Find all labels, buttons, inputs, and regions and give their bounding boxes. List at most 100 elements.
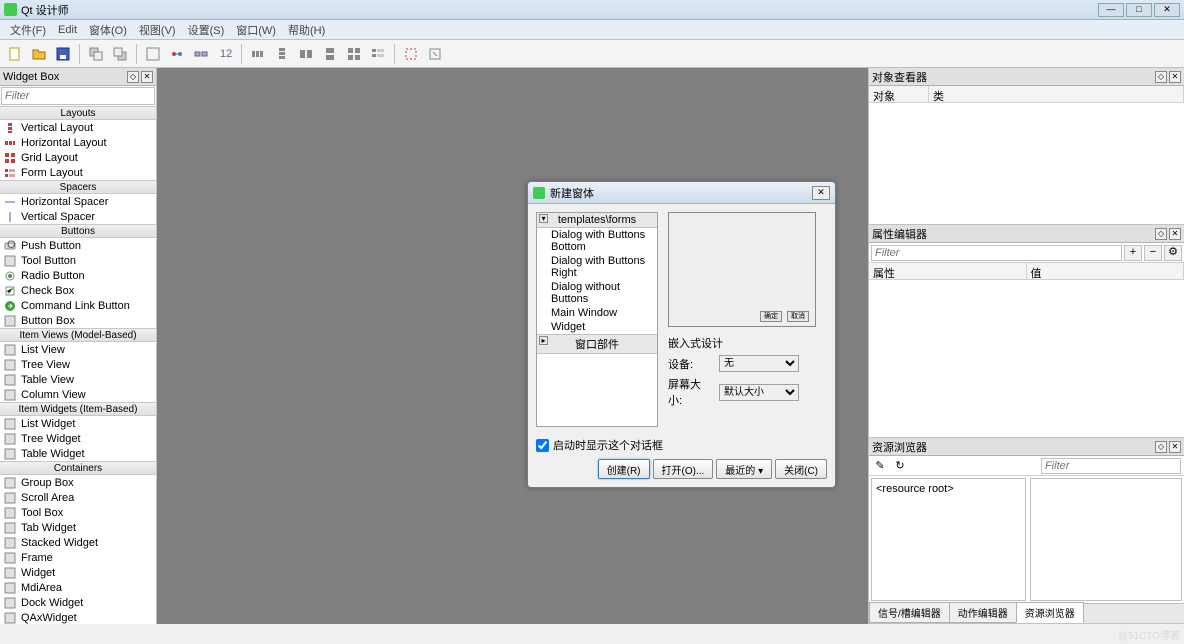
widget-item[interactable]: Horizontal Spacer: [0, 194, 156, 209]
resource-filter[interactable]: [1041, 458, 1181, 474]
widget-item[interactable]: Grid Layout: [0, 150, 156, 165]
layout-h-icon[interactable]: [247, 43, 269, 65]
menu-edit[interactable]: Edit: [52, 24, 83, 36]
object-inspector-body[interactable]: [869, 103, 1184, 224]
tab-action-editor[interactable]: 动作编辑器: [949, 602, 1017, 623]
widget-category[interactable]: Item Views (Model-Based): [0, 328, 156, 342]
menu-file[interactable]: 文件(F): [4, 22, 52, 38]
reload-icon[interactable]: ↻: [892, 458, 908, 474]
dock-float-icon[interactable]: ◇: [127, 71, 139, 83]
layout-form-icon[interactable]: [367, 43, 389, 65]
widget-item[interactable]: QAxWidget: [0, 610, 156, 624]
widget-item[interactable]: MdiArea: [0, 580, 156, 595]
device-select[interactable]: 无: [719, 355, 799, 372]
widget-item[interactable]: Check Box: [0, 283, 156, 298]
widget-category[interactable]: Spacers: [0, 180, 156, 194]
edit-buddies-icon[interactable]: [190, 43, 212, 65]
widget-item[interactable]: Table View: [0, 372, 156, 387]
widget-item[interactable]: Tab Widget: [0, 520, 156, 535]
dock-close-icon[interactable]: ✕: [1169, 71, 1181, 83]
settings-icon[interactable]: ⚙: [1164, 245, 1182, 261]
template-tree[interactable]: ▾templates\forms Dialog with Buttons Bot…: [536, 212, 658, 427]
widget-item[interactable]: Form Layout: [0, 165, 156, 180]
show-on-startup-checkbox[interactable]: [536, 439, 549, 452]
collapse-icon[interactable]: ▾: [539, 214, 548, 223]
widget-item[interactable]: Stacked Widget: [0, 535, 156, 550]
widget-item[interactable]: Button Box: [0, 313, 156, 328]
widget-item[interactable]: Tool Box: [0, 505, 156, 520]
template-item[interactable]: Dialog without Buttons: [537, 280, 657, 306]
template-item[interactable]: Main Window: [537, 306, 657, 320]
property-filter[interactable]: [871, 245, 1122, 261]
add-property-icon[interactable]: +: [1124, 245, 1142, 261]
tab-resource-browser[interactable]: 资源浏览器: [1016, 602, 1084, 623]
close-dialog-button[interactable]: 关闭(C): [775, 459, 827, 479]
dock-close-icon[interactable]: ✕: [141, 71, 153, 83]
tree-header-templates[interactable]: ▾templates\forms: [537, 213, 657, 228]
layout-hsplit-icon[interactable]: [295, 43, 317, 65]
widget-item[interactable]: Command Link Button: [0, 298, 156, 313]
tab-signal-slot[interactable]: 信号/槽编辑器: [869, 602, 950, 623]
design-canvas[interactable]: 新建窗体 ✕ ▾templates\forms Dialog with Butt…: [157, 68, 868, 624]
send-back-icon[interactable]: [85, 43, 107, 65]
save-icon[interactable]: [52, 43, 74, 65]
recent-button[interactable]: 最近的 ▾: [716, 459, 772, 479]
widget-item[interactable]: Vertical Layout: [0, 120, 156, 135]
bring-front-icon[interactable]: [109, 43, 131, 65]
layout-vsplit-icon[interactable]: [319, 43, 341, 65]
widget-item[interactable]: Horizontal Layout: [0, 135, 156, 150]
widget-item[interactable]: Column View: [0, 387, 156, 402]
template-item[interactable]: Dialog with Buttons Bottom: [537, 228, 657, 254]
widget-item[interactable]: Tool Button: [0, 253, 156, 268]
menu-settings[interactable]: 设置(S): [182, 22, 231, 38]
menu-view[interactable]: 视图(V): [133, 22, 182, 38]
layout-v-icon[interactable]: [271, 43, 293, 65]
widget-item[interactable]: List Widget: [0, 416, 156, 431]
dock-float-icon[interactable]: ◇: [1155, 441, 1167, 453]
break-layout-icon[interactable]: [400, 43, 422, 65]
dock-close-icon[interactable]: ✕: [1169, 441, 1181, 453]
widget-category[interactable]: Buttons: [0, 224, 156, 238]
create-button[interactable]: 创建(R): [598, 459, 650, 479]
template-item[interactable]: Dialog with Buttons Right: [537, 254, 657, 280]
menu-window[interactable]: 窗口(W): [230, 22, 282, 38]
widget-item[interactable]: List View: [0, 342, 156, 357]
edit-resources-icon[interactable]: ✎: [872, 458, 888, 474]
dialog-close-icon[interactable]: ✕: [812, 186, 830, 200]
layout-grid-icon[interactable]: [343, 43, 365, 65]
widget-item[interactable]: Group Box: [0, 475, 156, 490]
adjust-size-icon[interactable]: [424, 43, 446, 65]
widget-category[interactable]: Containers: [0, 461, 156, 475]
maximize-button[interactable]: □: [1126, 3, 1152, 17]
edit-taborder-icon[interactable]: 12: [214, 43, 236, 65]
widget-category[interactable]: Item Widgets (Item-Based): [0, 402, 156, 416]
widget-category[interactable]: Layouts: [0, 106, 156, 120]
dock-float-icon[interactable]: ◇: [1155, 71, 1167, 83]
remove-property-icon[interactable]: −: [1144, 245, 1162, 261]
widget-item[interactable]: Widget: [0, 565, 156, 580]
screen-select[interactable]: 默认大小: [719, 384, 799, 401]
close-button[interactable]: ✕: [1154, 3, 1180, 17]
dock-close-icon[interactable]: ✕: [1169, 228, 1181, 240]
property-editor-body[interactable]: [869, 280, 1184, 437]
edit-signals-icon[interactable]: [166, 43, 188, 65]
widget-item[interactable]: Frame: [0, 550, 156, 565]
template-item[interactable]: Widget: [537, 320, 657, 334]
widget-item[interactable]: Tree View: [0, 357, 156, 372]
menu-form[interactable]: 窗体(O): [83, 22, 133, 38]
widget-item[interactable]: Vertical Spacer: [0, 209, 156, 224]
widget-item[interactable]: OKPush Button: [0, 238, 156, 253]
resource-preview[interactable]: [1030, 478, 1182, 601]
resource-tree[interactable]: <resource root>: [871, 478, 1026, 601]
widget-item[interactable]: Dock Widget: [0, 595, 156, 610]
widget-item[interactable]: Radio Button: [0, 268, 156, 283]
expand-icon[interactable]: ▸: [539, 336, 548, 345]
widget-item[interactable]: Tree Widget: [0, 431, 156, 446]
open-icon[interactable]: [28, 43, 50, 65]
widget-item[interactable]: Scroll Area: [0, 490, 156, 505]
new-icon[interactable]: [4, 43, 26, 65]
menu-help[interactable]: 帮助(H): [282, 22, 331, 38]
dock-float-icon[interactable]: ◇: [1155, 228, 1167, 240]
edit-widgets-icon[interactable]: [142, 43, 164, 65]
open-button[interactable]: 打开(O)...: [653, 459, 714, 479]
